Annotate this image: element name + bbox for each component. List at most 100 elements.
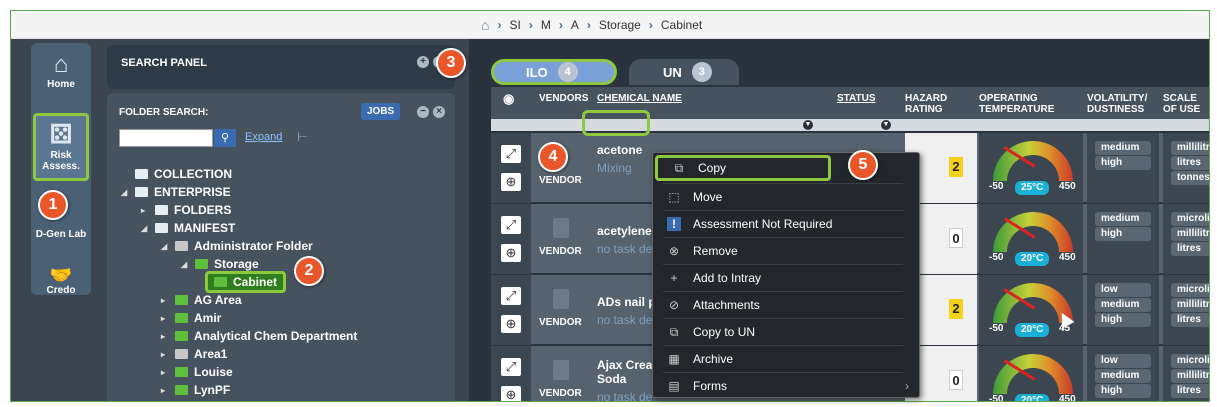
- menu-item-remove[interactable]: ⊗ Remove: [653, 238, 921, 264]
- vendor-icon[interactable]: [553, 218, 569, 238]
- menu-item-assessment-not-required[interactable]: ! Assessment Not Required: [653, 211, 921, 237]
- tree-item[interactable]: ▸ AG Area: [161, 291, 242, 309]
- expand-icon[interactable]: ⤢: [501, 216, 521, 234]
- volatility-cell[interactable]: low medium high: [1087, 275, 1159, 345]
- chevron-right-icon: ›: [905, 379, 909, 393]
- col-vendors[interactable]: VENDORS: [539, 93, 588, 104]
- menu-item-forms[interactable]: ▤ Forms ›: [653, 373, 921, 399]
- tab-ilo[interactable]: ILO 4: [491, 59, 617, 85]
- menu-item-copy[interactable]: ⧉ Copy: [655, 155, 831, 181]
- menu-item-add-to-intray[interactable]: + Add to Intray: [653, 265, 921, 291]
- tree-item[interactable]: ▸ Amir: [161, 309, 221, 327]
- crosshair-icon[interactable]: ⊕: [501, 173, 521, 191]
- nav-risk-assess-button[interactable]: ⚄ Risk Assess.: [33, 113, 89, 181]
- vendor-icon[interactable]: [553, 289, 569, 309]
- folder-icon: [155, 205, 168, 215]
- add-icon[interactable]: +: [417, 56, 429, 68]
- menu-item-archive[interactable]: ▦ Archive: [653, 346, 921, 372]
- col-chemical-name[interactable]: CHEMICAL NAME: [597, 93, 682, 104]
- chemical-name[interactable]: acetone: [597, 143, 642, 157]
- menu-item-attachments[interactable]: ⊘ Attachments: [653, 292, 921, 318]
- folder-icon: [195, 259, 208, 269]
- chemical-name[interactable]: Ajax Crea: [597, 358, 652, 372]
- step-badge: 2: [294, 256, 324, 286]
- folder-icon: [175, 241, 188, 251]
- crosshair-icon[interactable]: ⊕: [501, 315, 521, 333]
- tree-item[interactable]: ▸ Louise: [161, 363, 233, 381]
- folder-icon: [155, 223, 168, 233]
- scale-cell[interactable]: millilitreslitrestonnes: [1163, 133, 1209, 203]
- menu-item-copy-to-un[interactable]: ⧉ Copy to UN: [653, 319, 921, 345]
- vendor-label: VENDOR: [539, 388, 582, 399]
- eye-icon[interactable]: ◉: [503, 92, 514, 105]
- folder-icon: [175, 295, 188, 305]
- task-label: Mixing: [597, 161, 632, 175]
- breadcrumb-item[interactable]: A: [571, 18, 579, 32]
- folder-icon: [175, 367, 188, 377]
- folder-search-input[interactable]: [119, 129, 213, 147]
- task-label: no task de: [597, 313, 653, 327]
- chemical-name[interactable]: ADs nail p: [597, 295, 656, 309]
- crosshair-icon[interactable]: ⊕: [501, 386, 521, 401]
- folder-icon: [135, 187, 148, 197]
- filter-icon[interactable]: ▼: [803, 120, 813, 130]
- breadcrumb: ⌂ › SI › M › A › Storage › Cabinet: [11, 11, 1209, 39]
- plus-icon: +: [670, 271, 678, 285]
- close-icon[interactable]: ×: [433, 106, 445, 118]
- step-badge: 4: [538, 142, 568, 172]
- tree-item[interactable]: ◢ MANIFEST: [141, 219, 235, 237]
- col-hazard[interactable]: HAZARD RATING: [905, 93, 947, 115]
- folder-icon: [214, 277, 227, 287]
- hazard-rating: 2: [949, 299, 963, 319]
- folder-icon: [175, 313, 188, 323]
- expand-icon[interactable]: ⤢: [501, 358, 521, 376]
- scale-cell[interactable]: microlitresmillilitreslitres: [1163, 275, 1209, 345]
- col-op-temp[interactable]: OPERATING TEMPERATURE: [979, 93, 1054, 115]
- jobs-button[interactable]: JOBS: [361, 103, 401, 120]
- chemical-name[interactable]: acetylene: [597, 224, 652, 238]
- tree-item[interactable]: ▸ Analytical Chem Department: [161, 327, 357, 345]
- breadcrumb-item[interactable]: SI: [509, 18, 520, 32]
- temperature-gauge: -50 20°C 450: [979, 346, 1083, 401]
- hazard-rating: 0: [949, 228, 963, 248]
- tab-un[interactable]: UN 3: [629, 59, 739, 85]
- volatility-cell[interactable]: medium high: [1087, 204, 1159, 274]
- task-label: no task de: [597, 390, 653, 402]
- menu-item-move[interactable]: ⬚ Move: [653, 184, 921, 210]
- nav-dgen-lab-button[interactable]: D-Gen Lab: [31, 229, 91, 240]
- tree-item[interactable]: ◢ Administrator Folder: [161, 237, 313, 255]
- expand-icon[interactable]: ⤢: [501, 145, 521, 163]
- breadcrumb-item[interactable]: Storage: [599, 18, 641, 32]
- step-badge: 5: [848, 150, 878, 180]
- breadcrumb-item[interactable]: M: [541, 18, 551, 32]
- minimize-icon[interactable]: −: [417, 106, 429, 118]
- tree-view-icon[interactable]: ⊢: [297, 130, 307, 144]
- remove-icon: ⊗: [668, 244, 680, 258]
- volatility-cell[interactable]: low medium high: [1087, 346, 1159, 401]
- vendor-label: VENDOR: [539, 317, 582, 328]
- vendor-icon[interactable]: [553, 360, 569, 380]
- scale-cell[interactable]: microlitresmillilitreslitres: [1163, 204, 1209, 274]
- breadcrumb-item-current: Cabinet: [660, 17, 703, 32]
- col-status[interactable]: STATUS: [837, 93, 876, 104]
- volatility-cell[interactable]: medium high: [1087, 133, 1159, 203]
- tree-item[interactable]: ▸ LynPF: [161, 381, 230, 399]
- filter-icon[interactable]: ▼: [881, 120, 891, 130]
- tree-item-cabinet[interactable]: Cabinet: [205, 271, 287, 293]
- col-scale[interactable]: SCALE OF USE: [1163, 93, 1200, 115]
- home-icon[interactable]: ⌂: [481, 17, 489, 33]
- expand-link[interactable]: Expand: [245, 131, 282, 143]
- tab-count-badge: 4: [557, 62, 578, 82]
- scale-cell[interactable]: microlitresmillilitreslitres: [1163, 346, 1209, 401]
- nav-credo-button[interactable]: 🤝 Credo: [31, 265, 91, 296]
- expand-icon[interactable]: ⤢: [501, 287, 521, 305]
- col-volatility[interactable]: VOLATILITY/DUSTINESS: [1087, 93, 1147, 115]
- search-icon[interactable]: ⚲: [214, 129, 236, 147]
- crosshair-icon[interactable]: ⊕: [501, 244, 521, 262]
- tree-item[interactable]: COLLECTION: [121, 165, 232, 183]
- home-icon: ⌂: [53, 51, 69, 78]
- nav-home-button[interactable]: ⌂ Home: [31, 51, 91, 90]
- tree-item[interactable]: ◢ ENTERPRISE: [121, 183, 231, 201]
- tree-item[interactable]: ▸ Area1: [161, 345, 227, 363]
- tree-item[interactable]: ▸ FOLDERS: [141, 201, 231, 219]
